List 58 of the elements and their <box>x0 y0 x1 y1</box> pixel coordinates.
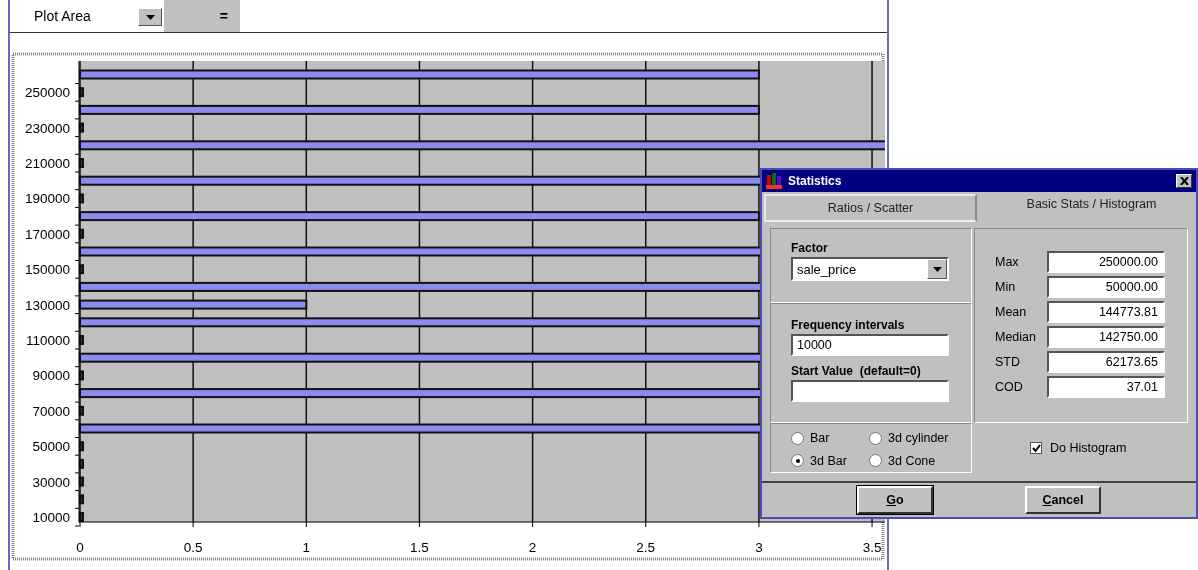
tab[interactable]: Basic Stats / Histogram <box>987 192 1196 222</box>
stat-label: Mean <box>995 304 1028 319</box>
caret-icon <box>932 266 942 272</box>
radio-option[interactable]: 3d Cone <box>869 450 981 471</box>
y-axis-label: 30000 <box>32 474 70 490</box>
y-axis-label: 190000 <box>24 191 70 207</box>
stat-value-field: 50000.00 <box>1047 275 1165 298</box>
y-axis-label: 70000 <box>32 403 70 419</box>
close-button[interactable] <box>1176 174 1192 188</box>
x-axis-label: 0 <box>76 540 84 555</box>
y-axis-label: 250000 <box>24 85 70 101</box>
start-value-input[interactable] <box>791 380 949 402</box>
y-axis-label: 90000 <box>32 368 70 384</box>
stat-label: Min <box>995 279 1017 294</box>
field-label: Frequency intervals <box>791 318 906 332</box>
y-axis-label: 10000 <box>32 510 70 525</box>
y-axis-label: 130000 <box>24 297 70 313</box>
y-axis-label: 210000 <box>24 156 70 171</box>
radio-option[interactable]: 3d Bar <box>791 450 869 471</box>
field-label: Start Value (default=0) <box>791 364 922 378</box>
dialog-button[interactable]: Go <box>857 486 933 514</box>
name-box[interactable]: Plot Area <box>10 0 138 32</box>
x-axis-label: 1 <box>302 540 311 555</box>
stat-value-field: 144773.81 <box>1047 300 1165 323</box>
x-axis-label: 3 <box>755 540 763 555</box>
stat-label: COD <box>995 379 1024 394</box>
stat-label: STD <box>995 354 1021 369</box>
field-label: Factor <box>791 241 829 255</box>
caret-icon <box>145 14 155 20</box>
dropdown-button[interactable] <box>138 8 162 26</box>
close-icon <box>1179 177 1189 185</box>
y-axis-label: 50000 <box>32 439 70 455</box>
stat-label: Max <box>995 254 1020 269</box>
stat-label: Median <box>995 329 1037 344</box>
do-histogram-checkbox[interactable]: Do Histogram <box>1030 441 1127 455</box>
x-axis-label: 3.5 <box>862 540 882 555</box>
x-axis-label: 0.5 <box>183 540 203 555</box>
radio-option[interactable]: Bar <box>791 428 869 448</box>
x-axis-label: 2.5 <box>636 540 656 555</box>
x-axis-label: 1.5 <box>410 540 429 555</box>
bar-chart-icon <box>766 173 784 189</box>
y-axis-label: 110000 <box>25 333 70 348</box>
stat-value-field: 250000.00 <box>1047 250 1165 273</box>
x-axis-label: 2 <box>528 540 537 555</box>
radio-option[interactable]: 3d cylinder <box>869 428 981 448</box>
window-title: Statistics <box>788 174 843 188</box>
stat-value-field: 37.01 <box>1047 375 1165 398</box>
frequency-input[interactable]: 10000 <box>791 334 949 356</box>
y-axis-label: 150000 <box>24 262 70 278</box>
stat-value-field: 62173.65 <box>1047 350 1165 373</box>
check-icon <box>1031 443 1041 453</box>
stat-value-field: 142750.00 <box>1047 325 1165 348</box>
equals-button[interactable]: = <box>164 0 240 32</box>
tab[interactable]: Ratios / Scatter <box>764 194 977 222</box>
dialog-button[interactable]: Cancel <box>1025 486 1101 514</box>
factor-dropdown[interactable]: sale_price <box>791 257 949 281</box>
y-axis-label: 230000 <box>24 120 70 136</box>
y-axis-label: 170000 <box>24 226 70 242</box>
